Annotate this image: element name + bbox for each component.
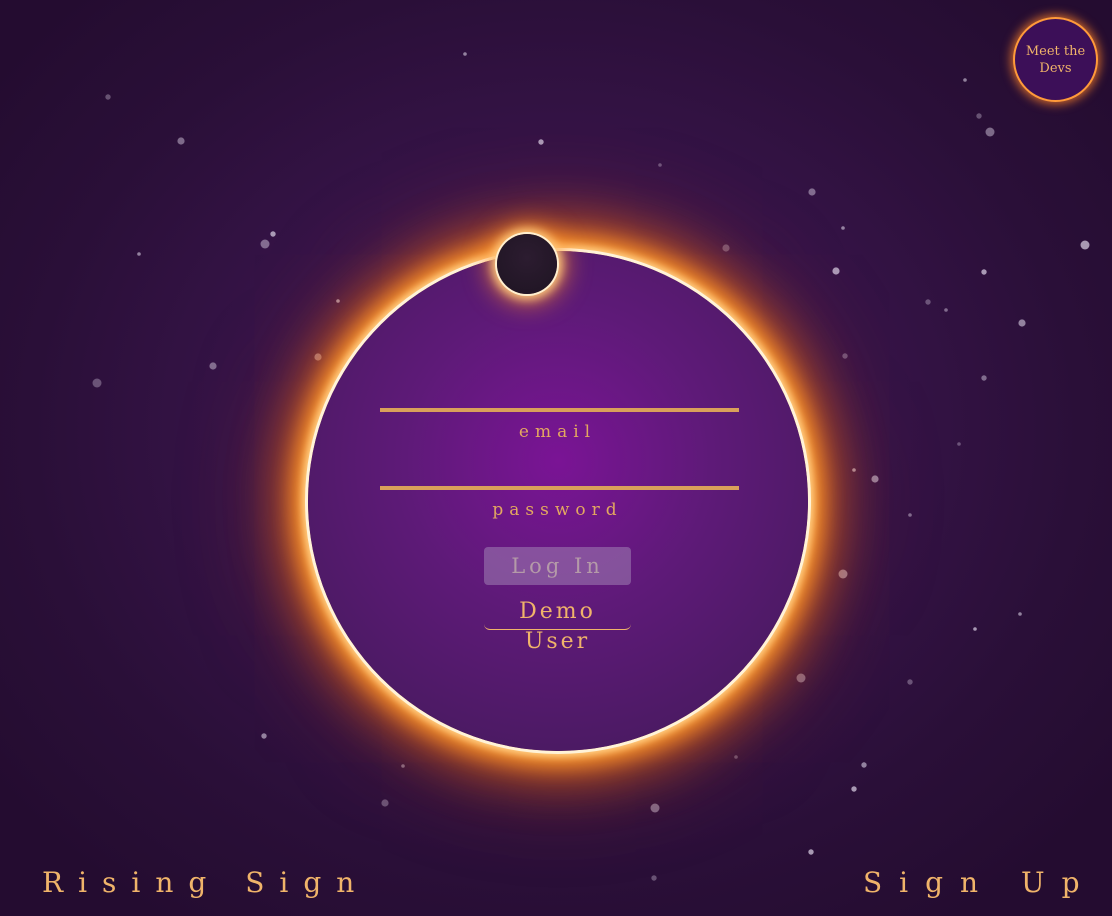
star-dot [973, 627, 977, 631]
star-dot [734, 755, 738, 759]
eclipse-moon [497, 234, 557, 294]
star-dot [907, 679, 913, 685]
star-dot [976, 113, 982, 119]
star-dot [209, 362, 217, 370]
login-button[interactable]: Log In [484, 547, 631, 585]
star-dot [838, 569, 848, 579]
email-label: email [518, 422, 597, 442]
demo-user-button[interactable]: Demo User [484, 597, 631, 654]
star-dot [851, 786, 857, 792]
star-dot [137, 252, 141, 256]
brand-title: Rising Sign [42, 866, 370, 899]
password-label: password [492, 500, 623, 520]
star-dot [832, 267, 840, 275]
star-dot [336, 299, 340, 303]
star-dot [381, 799, 389, 807]
password-input[interactable] [380, 486, 739, 490]
star-dot [270, 231, 276, 237]
star-dot [871, 475, 879, 483]
star-dot [463, 52, 467, 56]
star-dot [842, 353, 848, 359]
star-dot [852, 468, 856, 472]
star-dot [908, 513, 912, 517]
star-dot [861, 762, 867, 768]
star-dot [177, 137, 185, 145]
meet-devs-label: Meet the Devs [1025, 43, 1086, 76]
star-dot [981, 375, 987, 381]
meet-devs-button[interactable]: Meet the Devs [1015, 19, 1096, 100]
star-dot [105, 94, 111, 100]
star-dot [985, 127, 995, 137]
star-dot [260, 239, 270, 249]
star-dot [981, 269, 987, 275]
star-dot [957, 442, 961, 446]
star-dot [1018, 319, 1026, 327]
star-dot [650, 803, 660, 813]
star-dot [538, 139, 544, 145]
star-dot [925, 299, 931, 305]
signup-link[interactable]: Sign Up [863, 866, 1097, 899]
star-dot [92, 378, 102, 388]
star-dot [841, 226, 845, 230]
star-dot [1018, 612, 1022, 616]
star-dot [796, 673, 806, 683]
star-dot [401, 764, 405, 768]
star-dot [261, 733, 267, 739]
email-field-group: email [380, 408, 739, 442]
star-dot [651, 875, 657, 881]
star-dot [944, 308, 948, 312]
star-dot [963, 78, 967, 82]
email-input[interactable] [380, 408, 739, 412]
star-dot [808, 849, 814, 855]
password-field-group: password [380, 486, 739, 520]
star-dot [1080, 240, 1090, 250]
star-dot [808, 188, 816, 196]
star-dot [722, 244, 730, 252]
star-dot [658, 163, 662, 167]
star-dot [314, 353, 322, 361]
